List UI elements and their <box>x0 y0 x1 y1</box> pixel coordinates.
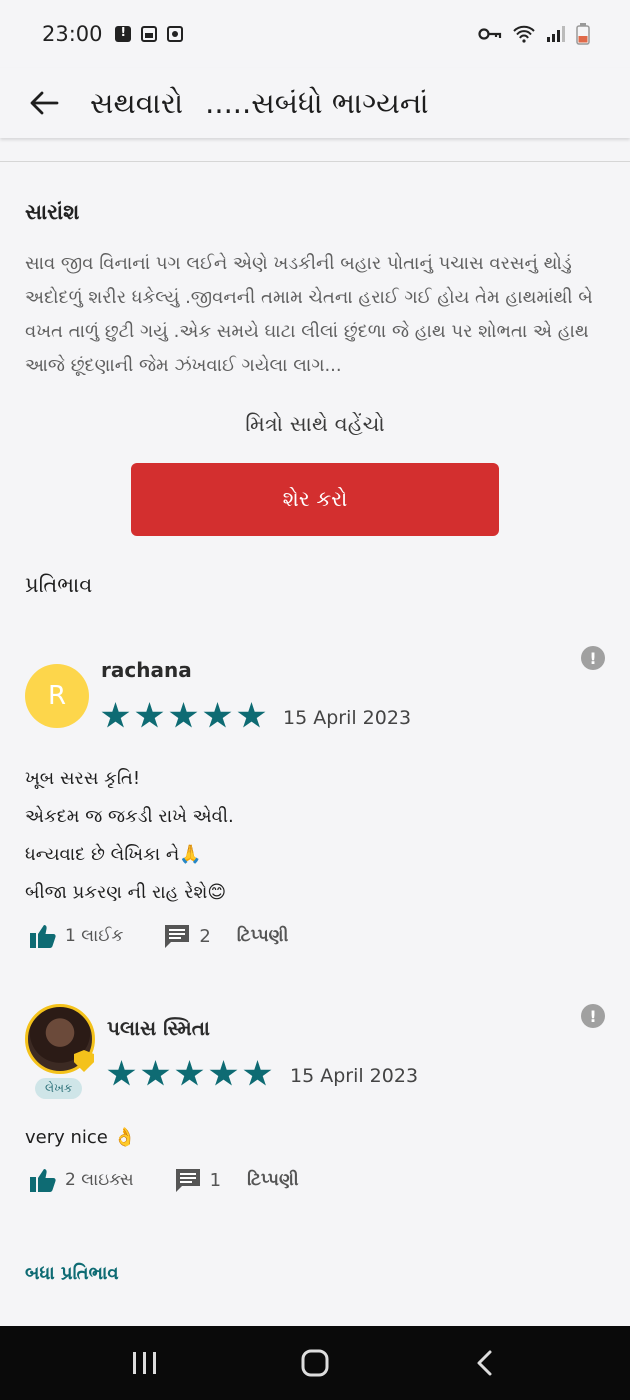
rating-stars <box>107 1060 272 1088</box>
back-button[interactable] <box>22 81 66 125</box>
record-icon <box>166 26 183 42</box>
review-date: 15 April 2023 <box>290 1065 419 1087</box>
share-button[interactable]: શેર કરો <box>131 463 499 536</box>
image-icon <box>140 26 157 42</box>
home-button[interactable] <box>290 1338 340 1388</box>
title-part-1: સથવારો <box>90 85 184 120</box>
star-icon <box>175 1060 204 1086</box>
page-title: સથવારો .....સબંધો ભાગ્યનાં <box>90 86 429 121</box>
app-header: સથવારો .....સબંધો ભાગ્યનાં <box>0 68 630 138</box>
comment-icon[interactable] <box>174 1167 202 1193</box>
like-count[interactable]: 1 લાઈક <box>65 926 123 946</box>
status-bar: 23:00 <box>0 0 630 68</box>
avatar[interactable]: R <box>25 664 89 728</box>
review-item: R rachana 15 April 2023 ! ખૂબ સરસ કૃતિ! … <box>0 640 630 970</box>
back-icon <box>477 1350 492 1376</box>
star-icon <box>107 1060 136 1086</box>
report-icon[interactable]: ! <box>581 1004 605 1028</box>
review-actions: 2 લાઇક્સ 1 ટિપ્પણી <box>29 1167 299 1193</box>
star-icon <box>135 702 164 728</box>
star-icon <box>209 1060 238 1086</box>
divider <box>0 161 630 162</box>
recents-button[interactable] <box>120 1338 170 1388</box>
like-icon[interactable] <box>29 1167 57 1193</box>
rating-stars <box>101 702 266 730</box>
review-item: લેખક પલાસ સ્મિતા 15 April 2023 ! very ni… <box>0 1000 630 1210</box>
comment-label[interactable]: ટિપ્પણી <box>237 926 289 946</box>
star-icon <box>101 702 130 728</box>
recents-icon <box>133 1352 156 1374</box>
review-date: 15 April 2023 <box>283 707 412 729</box>
review-actions: 1 લાઈક 2 ટિપ્પણી <box>29 923 288 949</box>
reviewer-name[interactable]: rachana <box>101 658 192 682</box>
comment-count[interactable]: 1 <box>210 1170 221 1191</box>
alert-icon <box>114 25 131 42</box>
all-responses-link[interactable]: બધા પ્રતિભાવ <box>25 1263 119 1284</box>
battery-icon <box>576 23 590 45</box>
back-arrow-icon <box>30 91 59 115</box>
signal-icon <box>547 26 565 42</box>
key-icon <box>478 28 502 40</box>
status-icons-right <box>478 23 590 45</box>
review-body: very nice 👌 <box>25 1127 137 1148</box>
star-icon <box>203 702 232 728</box>
star-icon <box>141 1060 170 1086</box>
nav-back-button[interactable] <box>460 1338 510 1388</box>
title-part-2: .....સબંધો ભાગ્યનાં <box>205 85 429 120</box>
reviewer-name[interactable]: પલાસ સ્મિતા <box>107 1016 210 1040</box>
status-time: 23:00 <box>42 22 103 46</box>
summary-heading: સારાંશ <box>25 200 80 224</box>
wifi-icon <box>513 25 535 43</box>
share-label: મિત્રો સાથે વહેંચો <box>245 412 385 436</box>
comment-count[interactable]: 2 <box>199 926 210 947</box>
report-icon[interactable]: ! <box>581 646 605 670</box>
responses-heading: પ્રતિભાવ <box>25 573 93 597</box>
status-icons-left <box>114 25 183 42</box>
star-icon <box>169 702 198 728</box>
comment-icon[interactable] <box>163 923 191 949</box>
review-body: ખૂબ સરસ કૃતિ! એકદમ જ જકડી રાખે એવી. ધન્ય… <box>25 768 234 903</box>
comment-label[interactable]: ટિપ્પણી <box>247 1170 299 1190</box>
summary-text: સાવ જીવ વિનાનાં પગ લઈને એણે ખડકીની બહાર … <box>25 253 593 376</box>
star-icon <box>237 702 266 728</box>
star-icon <box>243 1060 272 1086</box>
author-badge: લેખક <box>35 1078 83 1099</box>
system-nav-bar <box>0 1326 630 1400</box>
like-count[interactable]: 2 લાઇક્સ <box>65 1170 134 1190</box>
like-icon[interactable] <box>29 923 57 949</box>
home-icon <box>301 1349 329 1377</box>
